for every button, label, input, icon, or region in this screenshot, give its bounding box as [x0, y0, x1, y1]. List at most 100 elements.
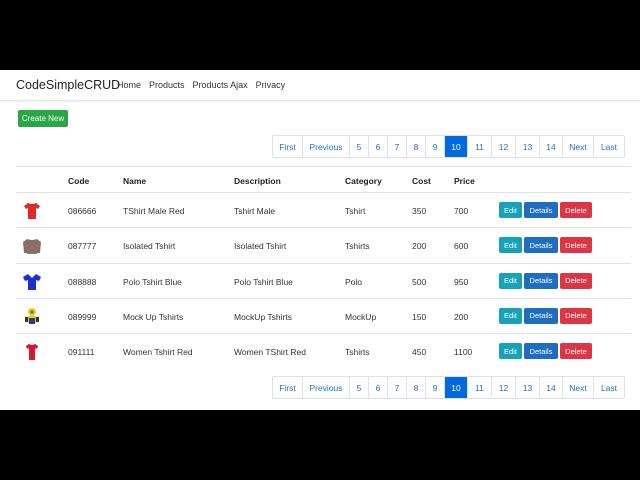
blue-polo-icon: [22, 272, 42, 292]
page-link-9[interactable]: 9: [426, 377, 445, 398]
page-link-next[interactable]: Next: [563, 377, 594, 398]
page-link-previous[interactable]: Previous: [303, 136, 350, 157]
page-link-5[interactable]: 5: [350, 377, 369, 398]
cell-price: 700: [454, 206, 469, 216]
header-code: Code: [68, 176, 90, 186]
page-link-5[interactable]: 5: [350, 136, 369, 157]
brand-link[interactable]: CodeSimpleCRUD: [16, 78, 120, 92]
details-button[interactable]: Details: [524, 202, 558, 218]
edit-button[interactable]: Edit: [499, 272, 522, 289]
cell-name: Isolated Tshirt: [123, 241, 176, 252]
women-red-tshirt-icon: [22, 342, 42, 362]
table-row: 086666 TShirt Male Red Tshirt Male Tshirt 35…: [16, 192, 631, 227]
page-link-14[interactable]: 14: [540, 377, 563, 398]
table-row: 088888 Polo Tshirt Blue Polo Tshirt Blue Po…: [16, 262, 631, 298]
cell-description: Polo Tshirt Blue: [234, 276, 293, 287]
page-link-11[interactable]: 11: [468, 377, 492, 398]
edit-button[interactable]: Edit: [499, 307, 522, 324]
cell-name: Polo Tshirt Blue: [123, 276, 182, 287]
pagination-bottom: First Previous 5 6 7 8 9 10 11 12 13 14 Next Last: [272, 376, 625, 399]
page-link-first[interactable]: First: [273, 136, 303, 157]
page-link-last[interactable]: Last: [594, 377, 624, 398]
page-link-8[interactable]: 8: [407, 136, 426, 157]
page-link-10[interactable]: 10: [445, 136, 468, 157]
pagination-top: First Previous 5 6 7 8 9 10 11 12 13 14 Next Last: [272, 135, 625, 158]
cell-code: 087777: [68, 241, 97, 252]
cell-code: 091111: [68, 347, 95, 357]
page-link-6[interactable]: 6: [369, 377, 388, 398]
cell-cost: 200: [412, 241, 427, 252]
header-category: Category: [345, 176, 382, 186]
cell-description: Tshirt Male: [234, 206, 276, 216]
cell-price: 600: [454, 241, 469, 252]
create-new-button[interactable]: Create New: [18, 110, 68, 127]
details-button[interactable]: Details: [524, 272, 558, 289]
cell-price: 950: [454, 276, 469, 287]
red-tshirt-icon: [22, 201, 42, 221]
row-actions: Edit Details Delete: [499, 343, 592, 359]
page-link-12[interactable]: 12: [492, 136, 516, 157]
page-link-next[interactable]: Next: [563, 136, 594, 157]
delete-button[interactable]: Delete: [560, 237, 592, 254]
table-body: 086666 TShirt Male Red Tshirt Male Tshirt 35…: [16, 192, 631, 368]
nav-link-home[interactable]: Home: [117, 80, 141, 90]
page-link-6[interactable]: 6: [369, 136, 388, 157]
nav-link-products-ajax[interactable]: Products Ajax: [193, 80, 248, 90]
edit-button[interactable]: Edit: [499, 202, 522, 218]
row-actions: Edit Details Delete: [499, 307, 592, 324]
page-link-previous[interactable]: Previous: [303, 377, 350, 398]
page-link-7[interactable]: 7: [388, 377, 407, 398]
nav-links: Home Products Products Ajax Privacy: [117, 80, 285, 90]
gray-tshirt-icon: [22, 236, 42, 256]
page-link-11[interactable]: 11: [468, 136, 492, 157]
nav-link-privacy[interactable]: Privacy: [256, 80, 286, 90]
cell-code: 089999: [68, 311, 97, 322]
header-name: Name: [123, 176, 147, 186]
cell-code: 088888: [68, 276, 97, 287]
page-link-first[interactable]: First: [273, 377, 303, 398]
cell-name: Mock Up Tshirts: [123, 311, 184, 322]
table-row: 089999 Mock Up Tshirts MockUp Tshirts MockU…: [16, 297, 631, 333]
delete-button[interactable]: Delete: [560, 343, 592, 359]
page-link-10[interactable]: 10: [445, 377, 468, 398]
nav-link-products[interactable]: Products: [149, 80, 185, 90]
cell-price: 200: [454, 311, 469, 322]
cell-code: 086666: [68, 206, 97, 216]
row-actions: Edit Details Delete: [499, 272, 592, 289]
cell-category: Tshirt: [345, 206, 366, 216]
delete-button[interactable]: Delete: [560, 272, 592, 289]
page-link-7[interactable]: 7: [388, 136, 407, 157]
details-button[interactable]: Details: [524, 237, 558, 254]
table-header: Code Name Description Category Cost Pric…: [16, 166, 631, 192]
cell-description: MockUp Tshirts: [234, 311, 292, 322]
cell-name: TShirt Male Red: [123, 206, 185, 216]
page-link-9[interactable]: 9: [426, 136, 445, 157]
cell-category: Tshirts: [345, 241, 370, 252]
app-window: CodeSimpleCRUD Home Products Products Aj…: [0, 70, 640, 410]
row-actions: Edit Details Delete: [499, 202, 592, 218]
page-link-12[interactable]: 12: [492, 377, 516, 398]
header-cost: Cost: [412, 176, 431, 186]
cell-category: Tshirts: [345, 347, 370, 357]
table-row: 091111 Women Tshirt Red Women TShirt Red Ts…: [16, 333, 631, 368]
mockup-figure-icon: [22, 307, 42, 327]
cell-description: Isolated Tshirt: [234, 241, 287, 252]
delete-button[interactable]: Delete: [560, 307, 592, 324]
delete-button[interactable]: Delete: [560, 202, 592, 218]
details-button[interactable]: Details: [524, 343, 558, 359]
cell-price: 1100: [454, 347, 473, 357]
cell-cost: 150: [412, 311, 427, 322]
cell-category: Polo: [345, 276, 363, 287]
page-link-8[interactable]: 8: [407, 377, 426, 398]
edit-button[interactable]: Edit: [499, 343, 522, 359]
details-button[interactable]: Details: [524, 307, 558, 324]
page-link-last[interactable]: Last: [594, 136, 624, 157]
navbar: CodeSimpleCRUD Home Products Products Aj…: [0, 70, 640, 101]
edit-button[interactable]: Edit: [499, 237, 522, 254]
page-link-13[interactable]: 13: [516, 136, 540, 157]
page-link-13[interactable]: 13: [516, 377, 540, 398]
cell-cost: 450: [412, 347, 427, 357]
page-link-14[interactable]: 14: [540, 136, 563, 157]
row-actions: Edit Details Delete: [499, 237, 592, 254]
products-table: Code Name Description Category Cost Pric…: [16, 166, 631, 368]
